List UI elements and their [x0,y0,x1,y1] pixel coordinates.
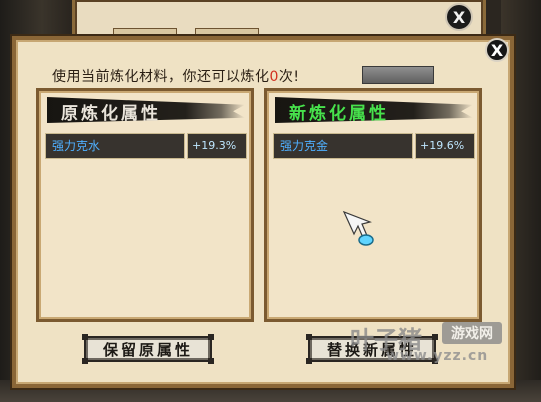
remaining-count: 0 [269,69,279,85]
corner-ornament [208,334,214,340]
new-attribute-value: +19.6% [415,133,475,159]
corner-ornament [432,358,438,364]
info-suffix: 次! [278,69,300,85]
new-attribute-title: 新炼化属性 [289,104,389,124]
replace-new-label: 替换新属性 [326,340,417,359]
keep-original-label: 保留原属性 [102,340,193,359]
background-close-button[interactable]: X [445,3,473,31]
new-attribute-panel: 新炼化属性 强力克金 +19.6% [264,88,482,322]
original-attribute-panel: 原炼化属性 强力克水 +19.3% [36,88,254,322]
disabled-action-button[interactable] [362,66,434,84]
original-attribute-value: +19.3% [187,133,247,159]
new-attribute-row[interactable]: 强力克金 +19.6% [273,133,475,159]
close-button[interactable]: X [485,38,509,62]
mouse-cursor-icon [342,210,374,246]
corner-ornament [432,334,438,340]
corner-ornament [208,358,214,364]
corner-ornament [82,334,88,340]
original-attribute-name: 强力克水 [45,133,185,159]
info-prefix: 使用当前炼化材料，你还可以炼化 [52,69,270,85]
corner-ornament [306,358,312,364]
remaining-refine-info: 使用当前炼化材料，你还可以炼化0次! [52,66,300,86]
corner-ornament [306,334,312,340]
keep-original-button[interactable]: 保留原属性 [82,334,214,364]
new-attribute-name: 强力克金 [273,133,413,159]
replace-new-button[interactable]: 替换新属性 [306,334,438,364]
original-attribute-title: 原炼化属性 [61,104,161,124]
original-attribute-row[interactable]: 强力克水 +19.3% [45,133,247,159]
corner-ornament [82,358,88,364]
